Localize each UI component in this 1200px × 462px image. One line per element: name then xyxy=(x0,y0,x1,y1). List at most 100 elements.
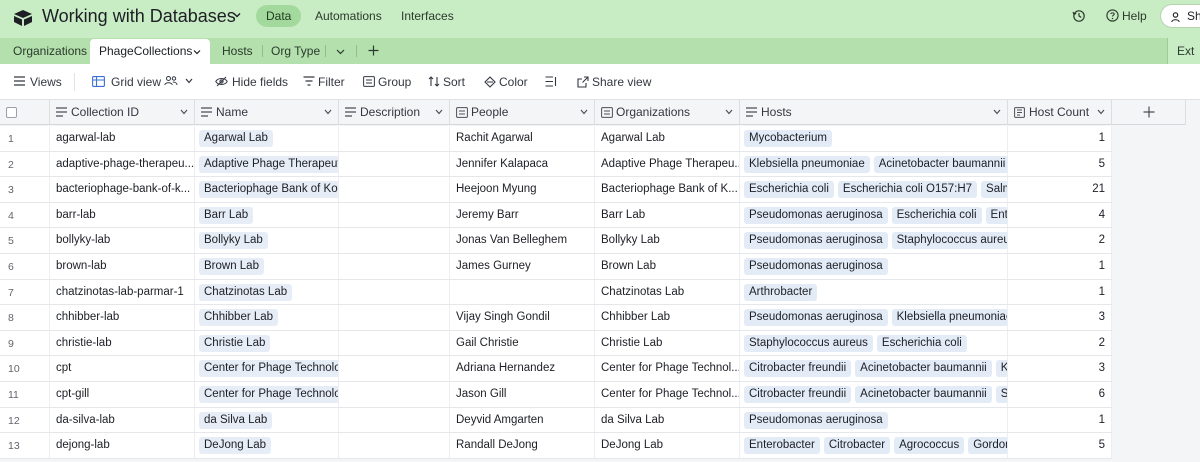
nav-tab-interfaces[interactable]: Interfaces xyxy=(391,5,464,27)
table-row[interactable]: 8 chhibber-lab Chhibber Lab Vijay Singh Gon… xyxy=(0,305,1112,331)
tab-org-type[interactable]: Org Type xyxy=(262,38,329,64)
tab-hosts[interactable]: Hosts xyxy=(213,38,262,64)
row-number-cell[interactable]: 1 xyxy=(0,126,50,151)
host-chip[interactable]: Pseudomonas aeruginosa xyxy=(744,309,888,327)
cell-name[interactable]: Barr Lab xyxy=(195,202,339,228)
cell-hosts[interactable]: Pseudomonas aeruginosa Klebsiella pneumon… xyxy=(740,305,1008,330)
table-row[interactable]: 6 brown-lab Brown Lab James Gurney Brown Lab… xyxy=(0,254,1112,280)
cell-collection-id[interactable]: bacteriophage-bank-of-k... xyxy=(50,177,195,202)
add-field-button[interactable] xyxy=(1112,100,1186,125)
cell-name[interactable]: Chhibber Lab xyxy=(195,305,339,330)
cell-host-count[interactable]: 5 xyxy=(1008,151,1112,177)
cell-host-count[interactable]: 2 xyxy=(1008,330,1112,356)
hide-fields-button[interactable]: Hide fields xyxy=(215,74,288,90)
column-header-organizations[interactable]: Organizations xyxy=(595,100,740,125)
column-header-host-count[interactable]: Host Count xyxy=(1008,100,1112,125)
cell-description[interactable] xyxy=(339,407,450,433)
host-chip[interactable]: Agrococcus xyxy=(894,437,965,455)
host-chip[interactable]: Staphylococcus aureus xyxy=(891,232,1007,250)
record-chip[interactable]: Center for Phage Technolog xyxy=(199,386,338,403)
table-row[interactable]: 12 da-silva-lab da Silva Lab Deyvid Amgarte… xyxy=(0,407,1112,434)
chevron-down-icon[interactable] xyxy=(580,109,588,115)
sort-button[interactable]: Sort xyxy=(428,74,468,90)
row-number-cell[interactable]: 2 xyxy=(0,151,50,177)
record-chip[interactable]: Bacteriophage Bank of Kore xyxy=(199,181,338,199)
cell-name[interactable]: Bacteriophage Bank of Kore xyxy=(195,177,339,202)
cell-description[interactable] xyxy=(339,330,450,356)
cell-collection-id[interactable]: da-silva-lab xyxy=(50,407,195,433)
host-chip[interactable]: Pseudomonas aeruginosa xyxy=(744,258,888,275)
host-chip[interactable]: Pseudomonas aeruginosa xyxy=(744,232,888,250)
cell-name[interactable]: DeJong Lab xyxy=(195,433,339,458)
host-chip[interactable]: Staph xyxy=(995,386,1007,403)
cell-organizations[interactable]: Brown Lab xyxy=(595,254,740,279)
cell-hosts[interactable]: Mycobacterium xyxy=(740,126,1008,151)
chevron-down-icon[interactable] xyxy=(435,109,443,115)
add-table-icon[interactable] xyxy=(368,45,379,56)
cell-host-count[interactable]: 6 xyxy=(1008,382,1112,407)
chevron-down-icon[interactable] xyxy=(725,109,733,115)
table-row[interactable]: 7 chatzinotas-lab-parmar-1 Chatzinotas Lab… xyxy=(0,279,1112,306)
cell-hosts[interactable]: Arthrobacter xyxy=(740,279,1008,305)
cell-host-count[interactable]: 21 xyxy=(1008,177,1112,202)
cell-people[interactable]: Gail Christie xyxy=(450,330,595,356)
host-chip[interactable]: Acinetobacter baumannii xyxy=(873,155,1007,173)
group-button[interactable]: Group xyxy=(363,74,411,90)
views-button[interactable]: Views xyxy=(14,74,68,90)
cell-description[interactable] xyxy=(339,305,450,330)
cell-collection-id[interactable]: barr-lab xyxy=(50,202,195,228)
cell-name[interactable]: Center for Phage Technolog xyxy=(195,382,339,407)
share-button[interactable]: Sh xyxy=(1160,4,1200,28)
record-chip[interactable]: Brown Lab xyxy=(199,258,264,275)
column-header-collection-id[interactable]: Collection ID xyxy=(50,100,195,125)
extensions-tab[interactable]: Ext xyxy=(1177,38,1194,64)
chevron-down-icon[interactable] xyxy=(993,109,1001,115)
tab-phagecollections[interactable]: PhageCollections xyxy=(90,39,210,64)
cell-people[interactable] xyxy=(450,279,595,305)
chevron-down-icon[interactable] xyxy=(232,10,242,20)
host-chip[interactable]: Mycobacterium xyxy=(744,130,832,147)
cell-host-count[interactable]: 5 xyxy=(1008,433,1112,458)
host-chip[interactable]: Klebsiella pneumoniae xyxy=(744,155,870,173)
record-chip[interactable]: Chhibber Lab xyxy=(199,309,279,327)
record-chip[interactable]: Agarwal Lab xyxy=(199,130,273,147)
cell-organizations[interactable]: Adaptive Phage Therapeu... xyxy=(595,151,740,177)
cell-people[interactable]: Rachit Agarwal xyxy=(450,126,595,151)
cell-host-count[interactable]: 1 xyxy=(1008,407,1112,433)
cell-name[interactable]: Christie Lab xyxy=(195,330,339,356)
cell-host-count[interactable]: 4 xyxy=(1008,202,1112,228)
cell-people[interactable]: Adriana Hernandez xyxy=(450,356,595,381)
cell-name[interactable]: Adaptive Phage Therapeutic xyxy=(195,151,339,177)
record-chip[interactable]: DeJong Lab xyxy=(199,437,272,455)
cell-description[interactable] xyxy=(339,126,450,151)
column-header-hosts[interactable]: Hosts xyxy=(740,100,1008,125)
cell-organizations[interactable]: Bollyky Lab xyxy=(595,228,740,253)
host-chip[interactable]: Klebsiella pneumoniae xyxy=(891,309,1007,327)
cell-name[interactable]: Center for Phage Technolog xyxy=(195,356,339,381)
all-tables-chevron-icon[interactable] xyxy=(336,47,345,56)
cell-organizations[interactable]: DeJong Lab xyxy=(595,433,740,458)
cell-name[interactable]: Agarwal Lab xyxy=(195,126,339,151)
cell-people[interactable]: James Gurney xyxy=(450,254,595,279)
cell-collection-id[interactable]: bollyky-lab xyxy=(50,228,195,253)
cell-description[interactable] xyxy=(339,228,450,253)
cell-host-count[interactable]: 1 xyxy=(1008,254,1112,279)
host-chip[interactable]: Escherichia coli O157:H7 xyxy=(837,181,978,199)
cell-organizations[interactable]: Center for Phage Technol... xyxy=(595,382,740,407)
host-chip[interactable]: Citrobacter freundii xyxy=(744,386,852,403)
cell-people[interactable]: Randall DeJong xyxy=(450,433,595,458)
row-number-cell[interactable]: 6 xyxy=(0,254,50,279)
record-chip[interactable]: Barr Lab xyxy=(199,206,254,224)
cell-host-count[interactable]: 1 xyxy=(1008,279,1112,305)
row-number-cell[interactable]: 12 xyxy=(0,407,50,433)
row-number-cell[interactable]: 9 xyxy=(0,330,50,356)
cell-organizations[interactable]: Agarwal Lab xyxy=(595,126,740,151)
cell-host-count[interactable]: 2 xyxy=(1008,228,1112,253)
cell-organizations[interactable]: Barr Lab xyxy=(595,202,740,228)
host-chip[interactable]: Salmonell xyxy=(981,181,1007,199)
column-header-people[interactable]: People xyxy=(450,100,595,125)
row-number-cell[interactable]: 5 xyxy=(0,228,50,253)
host-chip[interactable]: Escherichia coli xyxy=(891,206,982,224)
grid-view-switcher[interactable]: Grid view xyxy=(92,74,198,90)
table-row[interactable]: 13 dejong-lab DeJong Lab Randall DeJong DeJo… xyxy=(0,433,1112,459)
